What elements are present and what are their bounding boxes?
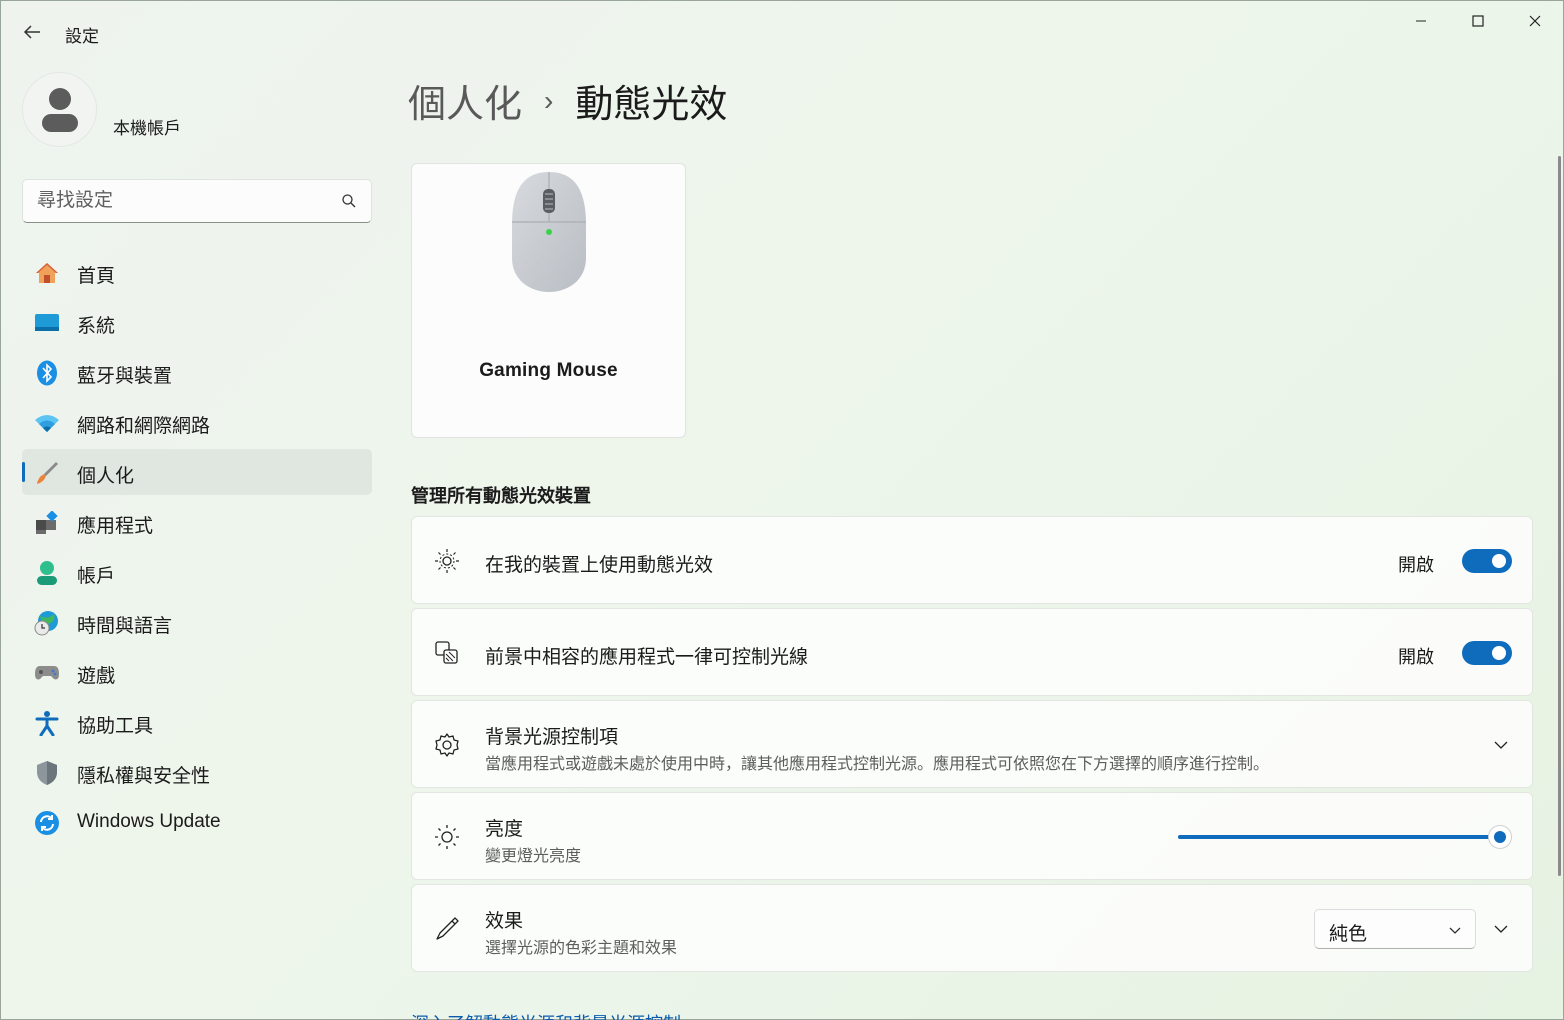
system-icon [34,310,60,336]
sidebar-item-apps[interactable]: 應用程式 [22,499,372,545]
back-button[interactable] [15,15,49,49]
sidebar-item-time-language[interactable]: 時間與語言 [22,599,372,645]
maximize-icon [1472,15,1484,27]
search-icon[interactable] [341,193,357,214]
background-controls-row[interactable]: 背景光源控制項 當應用程式或遊戲未處於使用中時，讓其他應用程式控制光源。應用程式… [411,700,1533,788]
effects-row: 效果 選擇光源的色彩主題和效果 純色 [411,884,1533,972]
scrollbar[interactable] [1558,156,1561,876]
apps-icon [34,510,60,536]
dynamic-lighting-icon [434,548,460,574]
close-button[interactable] [1506,5,1564,37]
foreground-apps-row: 前景中相容的應用程式一律可控制光線 開啟 [411,608,1533,696]
minimize-icon [1416,20,1426,22]
update-icon [34,810,60,836]
back-arrow-icon [23,25,40,39]
brightness-description: 變更燈光亮度 [485,848,582,865]
use-dynamic-lighting-label: 在我的裝置上使用動態光效 [485,555,714,576]
section-title: 管理所有動態光效裝置 [411,486,591,506]
brightness-label: 亮度 [485,819,524,840]
gear-icon [434,732,460,758]
background-controls-description: 當應用程式或遊戲未處於使用中時，讓其他應用程式控制光源。應用程式可依照您在下方選… [485,756,1270,773]
brightness-slider[interactable] [1178,825,1512,849]
brush-icon [34,460,60,486]
effects-description: 選擇光源的色彩主題和效果 [485,940,678,957]
breadcrumb: 個人化 › 動態光效 [408,73,727,128]
breadcrumb-parent[interactable]: 個人化 [408,73,522,128]
minimize-button[interactable] [1392,5,1450,37]
pen-icon [434,916,460,942]
sidebar-item-system[interactable]: 系統 [22,299,372,345]
effects-dropdown-value: 純色 [1329,924,1368,945]
chevron-down-icon [1449,922,1461,940]
avatar[interactable] [22,72,97,147]
device-name: Gaming Mouse [479,360,618,381]
sidebar-item-network[interactable]: 網路和網際網路 [22,399,372,445]
learn-more-link[interactable]: 深入了解動態光源和背景光源控制 [411,1010,681,1020]
use-dynamic-lighting-row: 在我的裝置上使用動態光效 開啟 [411,516,1533,604]
device-card[interactable]: Gaming Mouse [411,163,686,438]
account-header: 本機帳戶 [22,72,382,148]
account-name: 本機帳戶 [113,119,181,138]
brightness-slider-thumb[interactable] [1488,825,1512,849]
maximize-button[interactable] [1449,5,1507,37]
mouse-icon [512,172,586,292]
search-input[interactable] [23,190,323,212]
brightness-row: 亮度 變更燈光亮度 [411,792,1533,880]
shield-icon [34,760,60,786]
account-icon [34,560,60,586]
home-icon [34,260,60,286]
sidebar-item-home[interactable]: 首頁 [22,249,372,295]
foreground-apps-icon [434,640,460,666]
sidebar-item-accessibility[interactable]: 協助工具 [22,699,372,745]
sidebar-item-windows-update[interactable]: Windows Update [22,799,372,845]
close-icon [1529,15,1541,27]
brightness-icon [434,824,460,850]
background-controls-label: 背景光源控制項 [485,727,619,748]
use-dynamic-lighting-toggle[interactable] [1462,549,1512,573]
page-title: 動態光效 [575,84,728,126]
foreground-apps-toggle[interactable] [1462,641,1512,665]
toggle-state-label: 開啟 [1398,555,1434,575]
sidebar-item-bluetooth[interactable]: 藍牙與裝置 [22,349,372,395]
bluetooth-icon [34,360,60,386]
foreground-apps-label: 前景中相容的應用程式一律可控制光線 [485,647,809,668]
accessibility-icon [34,710,60,736]
sidebar-nav: 首頁 系統 藍牙與裝置 網路和網際網路 個人化 應用程式 帳戶 時間與語言 遊戲… [22,249,372,849]
sidebar-item-gaming[interactable]: 遊戲 [22,649,372,695]
title-bar: 設定 [1,1,1563,61]
brightness-slider-fill [1178,835,1500,839]
sidebar-item-privacy[interactable]: 隱私權與安全性 [22,749,372,795]
user-avatar-icon [41,87,78,132]
sidebar-item-accounts[interactable]: 帳戶 [22,549,372,595]
effects-dropdown[interactable]: 純色 [1314,909,1476,949]
chevron-down-icon[interactable] [1490,918,1512,940]
wifi-icon [34,410,60,436]
gamepad-icon [34,660,60,686]
app-title: 設定 [65,27,99,46]
effects-label: 效果 [485,911,524,932]
sidebar-item-personalization[interactable]: 個人化 [22,449,372,495]
search-box[interactable] [22,179,372,223]
globe-clock-icon [34,610,60,636]
chevron-down-icon[interactable] [1490,734,1512,756]
breadcrumb-separator: › [544,84,554,116]
toggle-state-label: 開啟 [1398,647,1434,667]
